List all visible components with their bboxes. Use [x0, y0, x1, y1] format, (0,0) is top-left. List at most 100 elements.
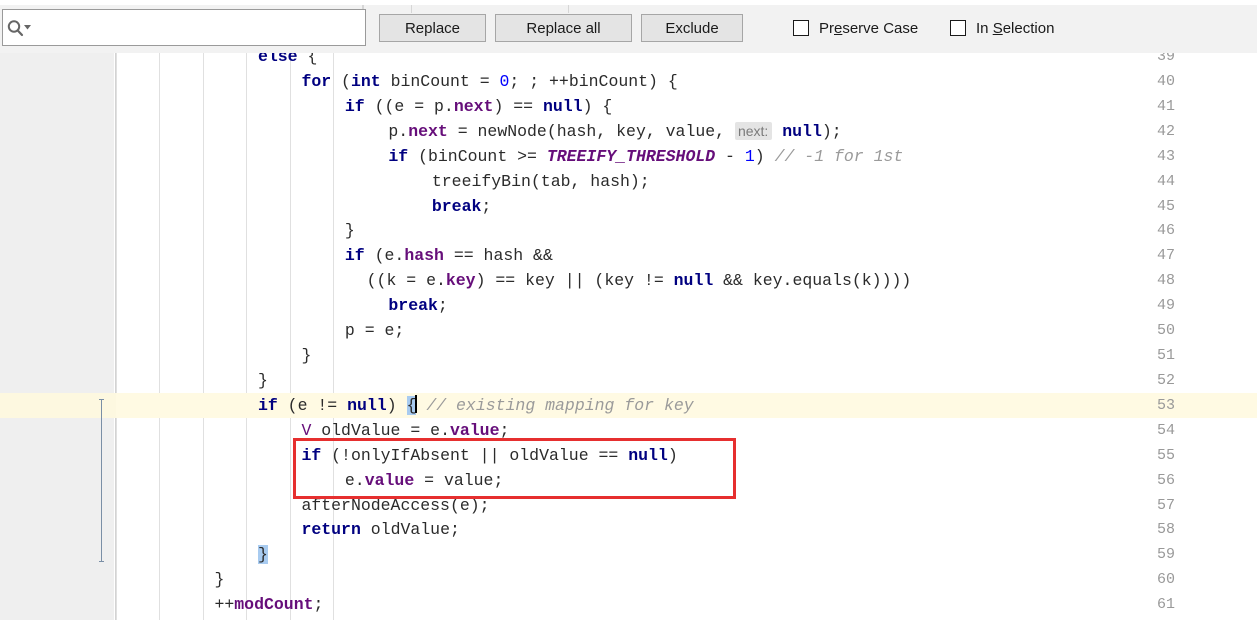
line-number: 53 — [1156, 396, 1175, 414]
code-token: } — [301, 346, 312, 366]
toolbar-ghost-divider-3 — [568, 5, 569, 13]
code-token: 1 — [744, 146, 755, 166]
in-selection-checkbox-box[interactable] — [950, 20, 966, 36]
code-token: null — [673, 271, 714, 291]
code-line[interactable]: p = e; — [345, 318, 404, 343]
code-line[interactable]: p.next = newNode(hash, key, value, next:… — [388, 119, 842, 144]
line-number: 39 — [1156, 53, 1175, 65]
code-token: treeifyBin(tab, hash); — [431, 171, 650, 191]
code-token: value — [364, 470, 415, 490]
code-token: = value; — [414, 470, 504, 490]
line-number: 59 — [1156, 546, 1175, 564]
code-token: // -1 for 1st — [774, 146, 904, 166]
in-selection-label: In Selection — [976, 19, 1055, 37]
code-token: ; — [313, 595, 324, 615]
code-line[interactable]: break; — [432, 194, 491, 219]
code-token: key — [445, 271, 476, 291]
code-token: ((k = e. — [366, 271, 446, 291]
find-replace-toolbar: Replace Replace all Exclude Preserve Cas… — [0, 0, 1257, 53]
code-line[interactable]: for (int binCount = 0; ; ++binCount) { — [301, 69, 677, 94]
code-line[interactable]: ((k = e.key) == key || (key != null && k… — [367, 268, 912, 293]
code-token: } — [214, 570, 225, 590]
code-token: } — [257, 370, 268, 390]
code-line[interactable]: if (e.hash == hash && — [345, 243, 553, 268]
code-token: null — [628, 445, 668, 465]
line-number: 57 — [1156, 496, 1175, 514]
editor-gutter[interactable] — [0, 53, 114, 620]
toolbar-ghost-divider-2 — [411, 5, 412, 13]
line-number: 55 — [1156, 446, 1175, 464]
code-token: modCount — [234, 595, 314, 615]
code-token: p. — [388, 121, 409, 141]
code-token: ); — [821, 121, 842, 141]
code-line[interactable]: return oldValue; — [301, 517, 459, 542]
code-line[interactable]: if ((e = p.next) == null) { — [345, 94, 612, 119]
indent-guide — [116, 53, 117, 620]
indent-guide — [290, 53, 291, 620]
line-number: 56 — [1156, 471, 1175, 489]
replace-button[interactable]: Replace — [379, 14, 486, 42]
code-token: ) — [667, 445, 678, 465]
code-token: for — [301, 71, 332, 91]
code-token: && key.equals(k)))) — [713, 271, 912, 291]
code-line[interactable]: afterNodeAccess(e); — [301, 493, 489, 518]
code-line[interactable]: } — [214, 567, 224, 592]
code-token: if — [344, 96, 365, 116]
code-editor[interactable]: 39 40 41 42 43 44 45 46 47 48 49 50 51 52 53 54 55 56 57 58… — [0, 53, 1257, 620]
line-number: 60 — [1156, 571, 1175, 589]
code-token: hash — [404, 246, 444, 266]
code-token: ( — [331, 71, 351, 91]
line-number: 41 — [1156, 97, 1175, 115]
code-token: return — [301, 520, 361, 540]
code-line[interactable]: } — [257, 542, 268, 567]
in-selection-checkbox[interactable]: In Selection — [950, 17, 1054, 39]
code-line[interactable]: if (binCount >= TREEIFY_THRESHOLD - 1) /… — [388, 144, 903, 169]
exclude-button-label: Exclude — [665, 19, 719, 37]
code-token: if — [388, 146, 409, 166]
code-token: if — [257, 395, 278, 415]
line-number: 44 — [1156, 172, 1175, 190]
code-line[interactable]: e.value = value; — [345, 468, 503, 493]
line-number: 50 — [1156, 322, 1175, 340]
search-field[interactable] — [2, 9, 366, 47]
code-token: == hash && — [443, 246, 553, 266]
code-token: afterNodeAccess(e); — [301, 495, 490, 515]
code-token: e. — [344, 470, 365, 490]
code-line[interactable]: } — [345, 218, 355, 243]
code-token: break — [388, 296, 438, 316]
exclude-button[interactable]: Exclude — [641, 14, 743, 42]
line-number: 58 — [1156, 521, 1175, 539]
code-line[interactable]: if (e != null) { // existing mapping for… — [258, 393, 694, 418]
code-token: ) { — [582, 96, 613, 116]
search-input[interactable] — [35, 10, 361, 47]
toolbar-top-edge — [0, 0, 1257, 5]
preserve-case-label: Preserve Case — [819, 19, 919, 37]
preserve-case-checkbox[interactable]: Preserve Case — [793, 17, 918, 39]
code-token: ; — [481, 196, 492, 216]
preserve-case-checkbox-box[interactable] — [793, 20, 809, 36]
line-number: 47 — [1156, 247, 1175, 265]
code-line[interactable]: if (!onlyIfAbsent || oldValue == null) — [301, 443, 677, 468]
code-token: // existing mapping for key — [426, 395, 694, 415]
code-line[interactable]: break; — [388, 293, 447, 318]
line-number: 46 — [1156, 222, 1175, 240]
replace-all-button[interactable]: Replace all — [495, 14, 632, 42]
code-line[interactable]: else { — [258, 53, 317, 69]
line-number: 42 — [1156, 122, 1175, 140]
code-token: next — [453, 96, 494, 116]
search-icon[interactable] — [6, 18, 32, 38]
line-number: 40 — [1156, 72, 1175, 90]
indent-guide — [159, 53, 160, 620]
code-line[interactable]: ++modCount; — [214, 592, 323, 617]
code-token: - — [715, 146, 745, 166]
code-token: null — [347, 395, 387, 415]
code-line[interactable]: treeifyBin(tab, hash); — [432, 169, 650, 194]
code-token: next — [408, 121, 448, 141]
code-line[interactable]: } — [258, 368, 268, 393]
code-token: (e. — [364, 246, 405, 266]
code-token: (binCount >= — [408, 146, 547, 166]
code-token: } — [344, 221, 355, 241]
code-line[interactable]: } — [301, 343, 311, 368]
code-line[interactable]: V oldValue = e.value; — [301, 418, 509, 443]
code-token: ; — [499, 420, 510, 440]
